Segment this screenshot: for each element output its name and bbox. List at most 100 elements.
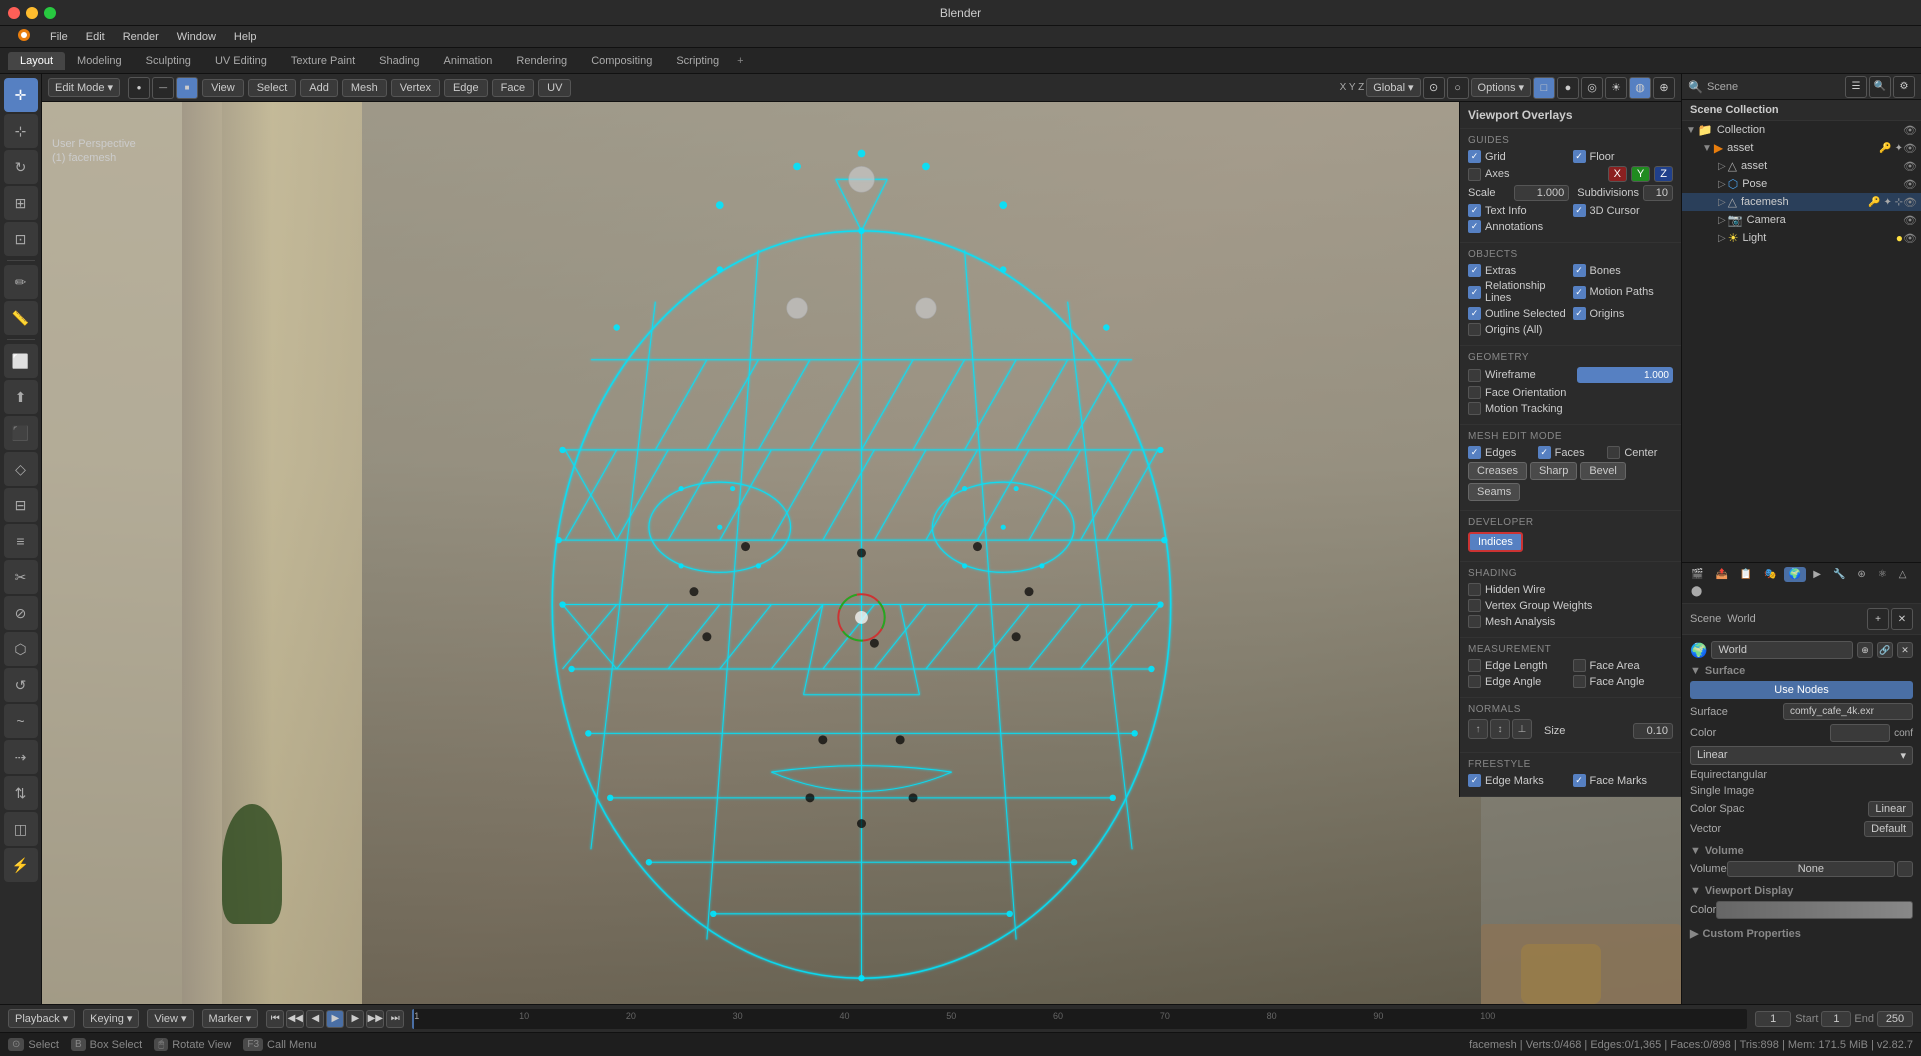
play-btn[interactable]: ▶ <box>326 1010 344 1028</box>
asset-mesh-visibility[interactable]: 👁 <box>1903 160 1917 173</box>
tool-poly-build[interactable]: ⬡ <box>4 632 38 666</box>
maximize-button[interactable] <box>44 7 56 19</box>
options-menu[interactable]: Options▾ <box>1471 78 1531 97</box>
center-checkbox[interactable] <box>1607 446 1620 459</box>
tool-shrink-fatten[interactable]: ⇅ <box>4 776 38 810</box>
timeline-ruler[interactable]: 1 10 20 30 40 50 60 70 80 90 100 <box>412 1009 1747 1029</box>
prop-tab-object[interactable]: ▶ <box>1808 567 1826 582</box>
shading-solid[interactable]: ● <box>1557 77 1579 99</box>
playback-dropdown[interactable]: Playback▾ <box>8 1009 75 1028</box>
face-orientation-checkbox[interactable] <box>1468 386 1481 399</box>
asset-item[interactable]: ▼ ▶ asset 🔑 ✦ 👁 <box>1682 139 1921 157</box>
prop-tab-material[interactable]: ⬤ <box>1686 584 1707 599</box>
tool-bisect[interactable]: ⊘ <box>4 596 38 630</box>
camera-item[interactable]: ▷ 📷 Camera 👁 <box>1682 211 1921 229</box>
volume-extra[interactable] <box>1897 861 1913 877</box>
motion-paths-checkbox[interactable] <box>1573 286 1586 299</box>
3d-cursor-checkbox[interactable] <box>1573 204 1586 217</box>
tool-measure[interactable]: 📏 <box>4 301 38 335</box>
tool-transform[interactable]: ⊡ <box>4 222 38 256</box>
tool-rotate[interactable]: ↻ <box>4 150 38 184</box>
indices-btn[interactable]: Indices <box>1468 532 1523 552</box>
jump-end-btn[interactable]: ⏭ <box>386 1010 404 1028</box>
extras-checkbox[interactable] <box>1468 264 1481 277</box>
prop-tab-scene[interactable]: 🎭 <box>1759 567 1781 582</box>
mesh-menu[interactable]: Mesh <box>342 79 387 97</box>
facemesh-item[interactable]: ▷ △ facemesh 🔑 ✦ ⊹ 👁 <box>1682 193 1921 211</box>
bevel-btn[interactable]: Bevel <box>1580 462 1626 480</box>
prop-tab-world[interactable]: 🌍 <box>1784 567 1806 582</box>
menu-render[interactable]: Render <box>115 29 167 45</box>
prop-tab-modifier[interactable]: 🔧 <box>1828 567 1850 582</box>
tool-knife[interactable]: ✂ <box>4 560 38 594</box>
prop-add-btn[interactable]: + <box>1867 608 1889 630</box>
outliner-options-btn[interactable]: ⚙ <box>1893 76 1915 98</box>
face-mode-btn[interactable]: ■ <box>176 77 198 99</box>
wireframe-checkbox[interactable] <box>1468 369 1481 382</box>
close-button[interactable] <box>8 7 20 19</box>
edge-mode-btn[interactable]: — <box>152 77 174 99</box>
asset-visibility[interactable]: 👁 <box>1903 142 1917 155</box>
tool-inset[interactable]: ⬛ <box>4 416 38 450</box>
timeline-view-dropdown[interactable]: View▾ <box>147 1009 193 1028</box>
face-marks-checkbox[interactable] <box>1573 774 1586 787</box>
prop-tab-object-data[interactable]: △ <box>1894 567 1912 582</box>
outliner-search-btn[interactable]: 🔍 <box>1869 76 1891 98</box>
tool-add-cube[interactable]: ⬜ <box>4 344 38 378</box>
edge-marks-checkbox[interactable] <box>1468 774 1481 787</box>
tab-shading[interactable]: Shading <box>367 52 431 70</box>
prev-keyframe-btn[interactable]: ◀◀ <box>286 1010 304 1028</box>
tool-loop-cut[interactable]: ⊟ <box>4 488 38 522</box>
next-keyframe-btn[interactable]: ▶▶ <box>366 1010 384 1028</box>
menu-file[interactable]: File <box>42 29 76 45</box>
tool-scale[interactable]: ⊞ <box>4 186 38 220</box>
axis-x-btn[interactable]: X <box>1608 166 1627 182</box>
marker-dropdown[interactable]: Marker▾ <box>202 1009 259 1028</box>
face-angle-checkbox[interactable] <box>1573 675 1586 688</box>
outline-selected-checkbox[interactable] <box>1468 307 1481 320</box>
world-unlink-btn[interactable]: ✕ <box>1897 642 1913 658</box>
surface-input[interactable] <box>1783 703 1913 720</box>
prev-frame-btn[interactable]: ◀ <box>306 1010 324 1028</box>
tool-cursor[interactable]: ✛ <box>4 78 38 112</box>
vector-value[interactable]: Default <box>1864 821 1913 837</box>
collection-visibility[interactable]: 👁 <box>1903 124 1917 137</box>
tab-modeling[interactable]: Modeling <box>65 52 134 70</box>
view-menu[interactable]: View <box>202 79 244 97</box>
creases-btn[interactable]: Creases <box>1468 462 1527 480</box>
origins-all-checkbox[interactable] <box>1468 323 1481 336</box>
vertex-group-weights-checkbox[interactable] <box>1468 599 1481 612</box>
tab-sculpting[interactable]: Sculpting <box>134 52 203 70</box>
mode-selector[interactable]: Edit Mode ▾ <box>48 78 120 97</box>
tool-extrude[interactable]: ⬆ <box>4 380 38 414</box>
light-visibility[interactable]: 👁 <box>1903 232 1917 245</box>
proportional-edit[interactable]: ○ <box>1447 77 1469 99</box>
grid-checkbox[interactable] <box>1468 150 1481 163</box>
tab-texture-paint[interactable]: Texture Paint <box>279 52 367 70</box>
asset-mesh-item[interactable]: ▷ △ asset 👁 <box>1682 157 1921 175</box>
color-space-value[interactable]: Linear <box>1868 801 1913 817</box>
uv-menu[interactable]: UV <box>538 79 571 97</box>
minimize-button[interactable] <box>26 7 38 19</box>
jump-start-btn[interactable]: ⏮ <box>266 1010 284 1028</box>
axis-y-btn[interactable]: Y <box>1631 166 1650 182</box>
axes-checkbox[interactable] <box>1468 168 1481 181</box>
vertex-mode-btn[interactable]: ● <box>128 77 150 99</box>
bones-checkbox[interactable] <box>1573 264 1586 277</box>
tool-offset-edge[interactable]: ≡ <box>4 524 38 558</box>
face-normals-btn[interactable]: ↕ <box>1490 719 1510 739</box>
annotations-checkbox[interactable] <box>1468 220 1481 233</box>
tool-spin[interactable]: ↺ <box>4 668 38 702</box>
tool-edge-slide[interactable]: ⇢ <box>4 740 38 774</box>
shading-material[interactable]: ◎ <box>1581 77 1603 99</box>
outliner-filter-btn[interactable]: ☰ <box>1845 76 1867 98</box>
start-frame-input[interactable] <box>1821 1011 1851 1027</box>
face-menu[interactable]: Face <box>492 79 534 97</box>
normals-size-input[interactable] <box>1633 723 1673 739</box>
world-link-btn[interactable]: 🔗 <box>1877 642 1893 658</box>
gizmo-toggle[interactable]: ⊕ <box>1653 77 1675 99</box>
tab-layout[interactable]: Layout <box>8 52 65 70</box>
shading-rendered[interactable]: ☀ <box>1605 77 1627 99</box>
hidden-wire-checkbox[interactable] <box>1468 583 1481 596</box>
facemesh-visibility[interactable]: 👁 <box>1903 196 1917 209</box>
